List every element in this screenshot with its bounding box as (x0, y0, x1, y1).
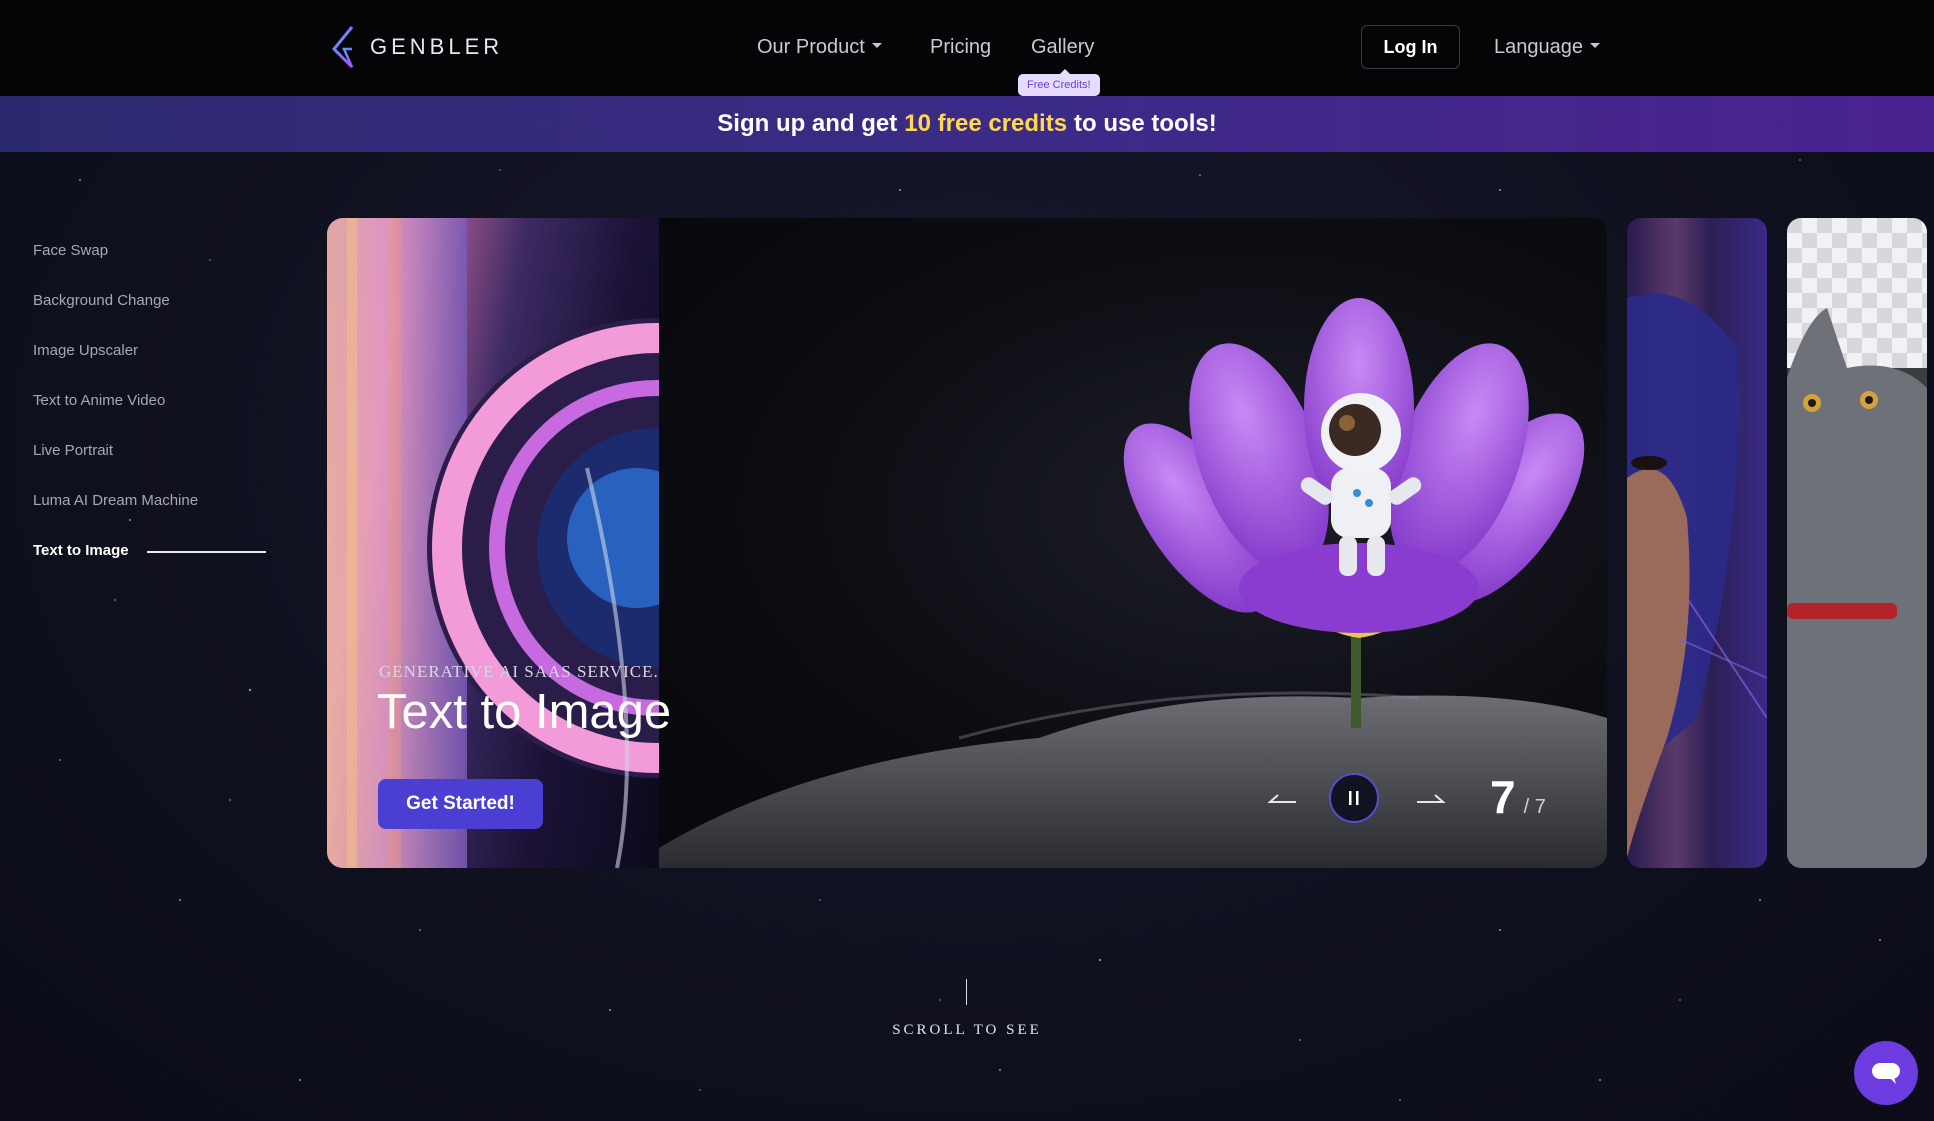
chevron-down-icon (871, 43, 882, 49)
language-label: Language (1494, 36, 1583, 58)
hero-kicker: GENERATIVE AI SAAS SERVICE. (379, 662, 659, 681)
sidebar-item-background-change[interactable]: Background Change (33, 292, 170, 309)
next-slide-thumbnail-portrait[interactable] (1627, 218, 1767, 868)
sidebar-item-text-to-anime-video[interactable]: Text to Anime Video (33, 392, 165, 409)
sidebar-item-image-upscaler[interactable]: Image Upscaler (33, 342, 138, 359)
hero-slider-card: GENERATIVE AI SAAS SERVICE. Text to Imag… (327, 218, 1607, 868)
headphones-portrait-art (327, 218, 659, 868)
nav-pricing[interactable]: Pricing (930, 36, 991, 59)
genbler-logo-icon (331, 26, 354, 69)
next-slide-thumbnail-cat[interactable] (1787, 218, 1927, 868)
pause-icon (1349, 791, 1359, 805)
pause-button[interactable] (1329, 773, 1379, 823)
chevron-down-icon (1589, 43, 1600, 49)
promo-suffix: to use tools! (1074, 110, 1217, 137)
astronaut-flower-art (659, 298, 1607, 868)
brand-logo[interactable]: GENBLER (330, 24, 503, 70)
login-button[interactable]: Log In (1361, 25, 1460, 69)
slide-current: 7 (1490, 771, 1516, 823)
promo-highlight: 10 free credits (904, 110, 1068, 137)
active-indicator-line (147, 551, 266, 553)
slide-total: / 7 (1523, 796, 1546, 818)
get-started-button[interactable]: Get Started! (378, 779, 543, 829)
free-credits-badge: Free Credits! (1018, 69, 1100, 96)
scroll-hint: SCROLL TO SEE (892, 1022, 1042, 1038)
promo-banner[interactable]: Sign up and get 10 free credits to use t… (0, 96, 1934, 152)
arrow-right-icon[interactable] (1415, 790, 1447, 810)
hero-title: Text to Image (377, 685, 672, 739)
sidebar-item-face-swap[interactable]: Face Swap (33, 242, 108, 259)
cat-cutout-art (1787, 218, 1927, 868)
scroll-indicator-line (966, 979, 967, 1005)
nav-our-product[interactable]: Our Product (757, 36, 882, 59)
sidebar-item-live-portrait[interactable]: Live Portrait (33, 442, 113, 459)
sidebar-item-text-to-image[interactable]: Text to Image (33, 542, 129, 559)
sidebar-item-luma-ai-dream-machine[interactable]: Luma AI Dream Machine (33, 492, 198, 509)
woman-portrait-art (1627, 293, 1767, 858)
brand-name: GENBLER (370, 34, 504, 59)
chat-button[interactable] (1854, 1041, 1918, 1105)
slide-counter: 7 / 7 (1490, 770, 1546, 824)
promo-prefix: Sign up and get (717, 110, 898, 137)
hero-main-image (659, 218, 1607, 868)
chat-bubble-icon (1872, 1063, 1900, 1084)
nav-our-product-label: Our Product (757, 36, 865, 58)
nav-gallery[interactable]: Gallery (1031, 36, 1094, 59)
language-selector[interactable]: Language (1494, 36, 1600, 59)
arrow-left-icon[interactable] (1266, 790, 1298, 810)
hero-left-image (327, 218, 659, 868)
